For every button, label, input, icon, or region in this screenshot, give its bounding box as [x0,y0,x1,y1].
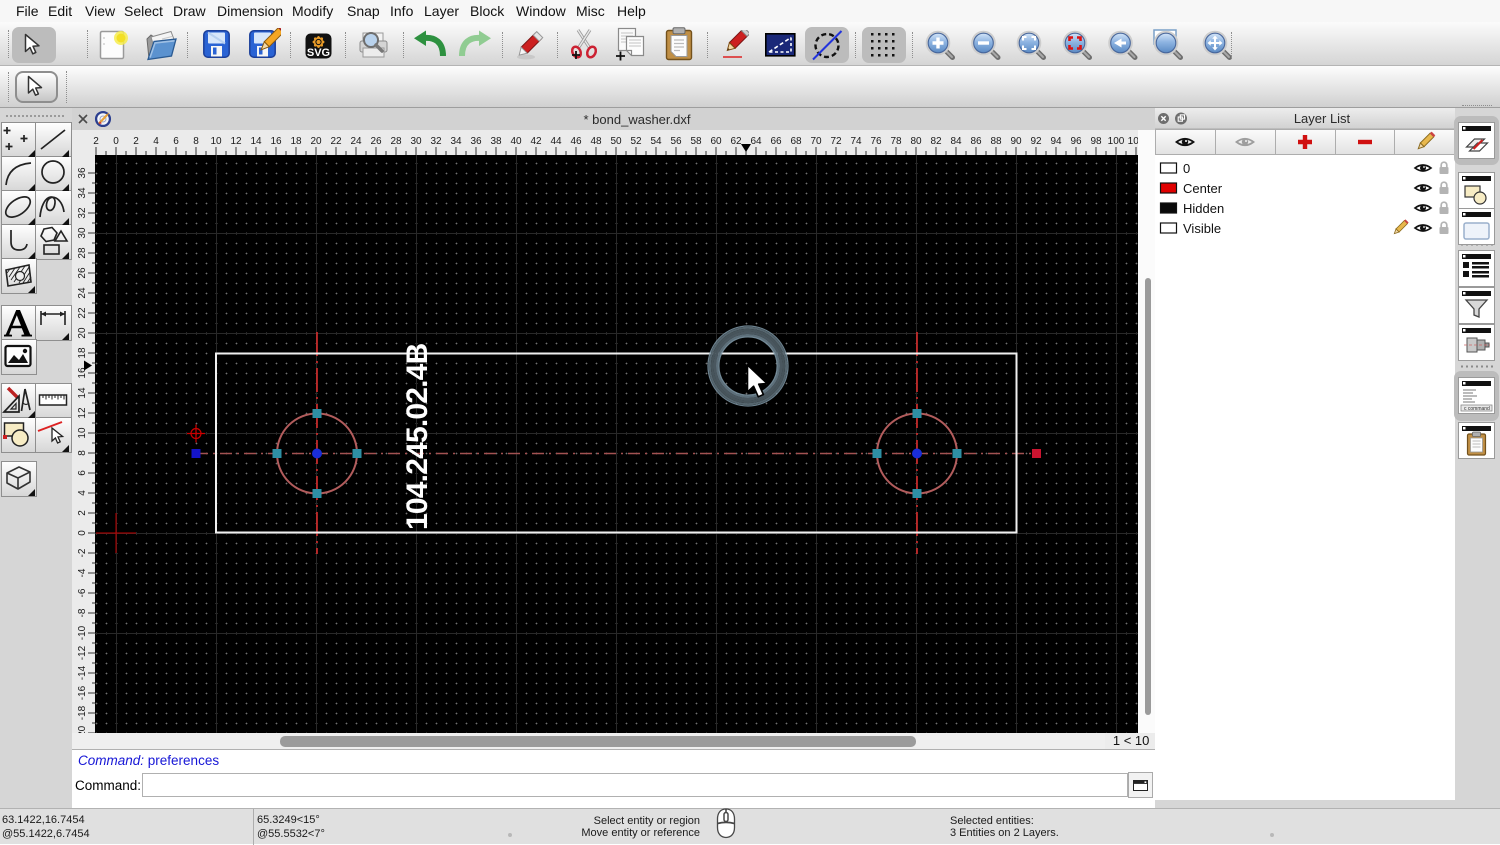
svg-text:80: 80 [910,136,922,147]
svg-text:88: 88 [990,136,1002,147]
svg-text:4: 4 [77,490,88,496]
svg-text:98: 98 [1090,136,1102,147]
svg-text:c command: c command [1464,406,1490,412]
svg-text:30: 30 [77,227,88,239]
svg-text:10: 10 [210,136,222,147]
svg-text:100: 100 [1108,136,1125,147]
svg-text:84: 84 [950,136,962,147]
svg-text:8: 8 [193,136,199,147]
svg-text:-4: -4 [77,568,88,577]
svg-text:-12: -12 [77,645,88,660]
svg-text:-2: -2 [77,548,88,557]
svg-text:94: 94 [1050,136,1062,147]
svg-text:92: 92 [1030,136,1042,147]
svg-text:34: 34 [77,187,88,199]
svg-text:26: 26 [77,267,88,279]
svg-text:24: 24 [77,287,88,299]
svg-text:-8: -8 [77,608,88,617]
svg-text:6: 6 [173,136,179,147]
svg-text:44: 44 [550,136,562,147]
svg-text:70: 70 [810,136,822,147]
svg-text:58: 58 [690,136,702,147]
svg-text:28: 28 [77,247,88,259]
svg-text:64: 64 [750,136,762,147]
svg-text:26: 26 [370,136,382,147]
svg-text:8: 8 [77,450,88,456]
svg-text:-20: -20 [77,725,88,733]
svg-text:20: 20 [310,136,322,147]
svg-text:62: 62 [730,136,742,147]
svg-text:60: 60 [710,136,722,147]
svg-text:-16: -16 [77,685,88,700]
svg-text:-18: -18 [77,705,88,720]
svg-text:38: 38 [490,136,502,147]
svg-text:46: 46 [570,136,582,147]
svg-text:32: 32 [77,207,88,219]
svg-text:Layer List: Layer List [1294,111,1351,126]
svg-text:52: 52 [630,136,642,147]
svg-text:-6: -6 [77,588,88,597]
svg-text:0: 0 [77,530,88,536]
svg-text:74: 74 [850,136,862,147]
svg-text:14: 14 [250,136,262,147]
svg-text:22: 22 [77,307,88,319]
svg-text:40: 40 [510,136,522,147]
svg-text:102: 102 [1128,136,1138,147]
svg-text:82: 82 [930,136,942,147]
svg-text:-14: -14 [77,665,88,680]
svg-text:48: 48 [590,136,602,147]
svg-text:24: 24 [350,136,362,147]
svg-text:78: 78 [890,136,902,147]
svg-text:SVG: SVG [307,47,330,59]
svg-text:28: 28 [390,136,402,147]
svg-text:72: 72 [830,136,842,147]
svg-text:16: 16 [270,136,282,147]
svg-text:66: 66 [770,136,782,147]
svg-text:2: 2 [77,510,88,516]
svg-text:54: 54 [650,136,662,147]
svg-text:12: 12 [77,407,88,419]
svg-text:42: 42 [530,136,542,147]
svg-text:12: 12 [230,136,242,147]
svg-text:18: 18 [290,136,302,147]
svg-text:14: 14 [77,387,88,399]
svg-text:32: 32 [430,136,442,147]
svg-text:36: 36 [77,167,88,179]
svg-text:-10: -10 [77,625,88,640]
svg-text:90: 90 [1010,136,1022,147]
svg-text:30: 30 [410,136,422,147]
svg-text:56: 56 [670,136,682,147]
svg-text:104.245.02.4B: 104.245.02.4B [401,343,434,530]
svg-text:22: 22 [330,136,342,147]
svg-text:0: 0 [113,136,119,147]
svg-text:36: 36 [470,136,482,147]
svg-text:34: 34 [450,136,462,147]
svg-text:18: 18 [77,347,88,359]
svg-text:4: 4 [153,136,159,147]
svg-text:86: 86 [970,136,982,147]
svg-text:96: 96 [1070,136,1082,147]
svg-text:20: 20 [77,327,88,339]
svg-text:50: 50 [610,136,622,147]
svg-text:2: 2 [133,136,139,147]
svg-text:10: 10 [77,427,88,439]
svg-text:68: 68 [790,136,802,147]
svg-text:76: 76 [870,136,882,147]
svg-text:6: 6 [77,470,88,476]
svg-text:2: 2 [93,136,99,147]
